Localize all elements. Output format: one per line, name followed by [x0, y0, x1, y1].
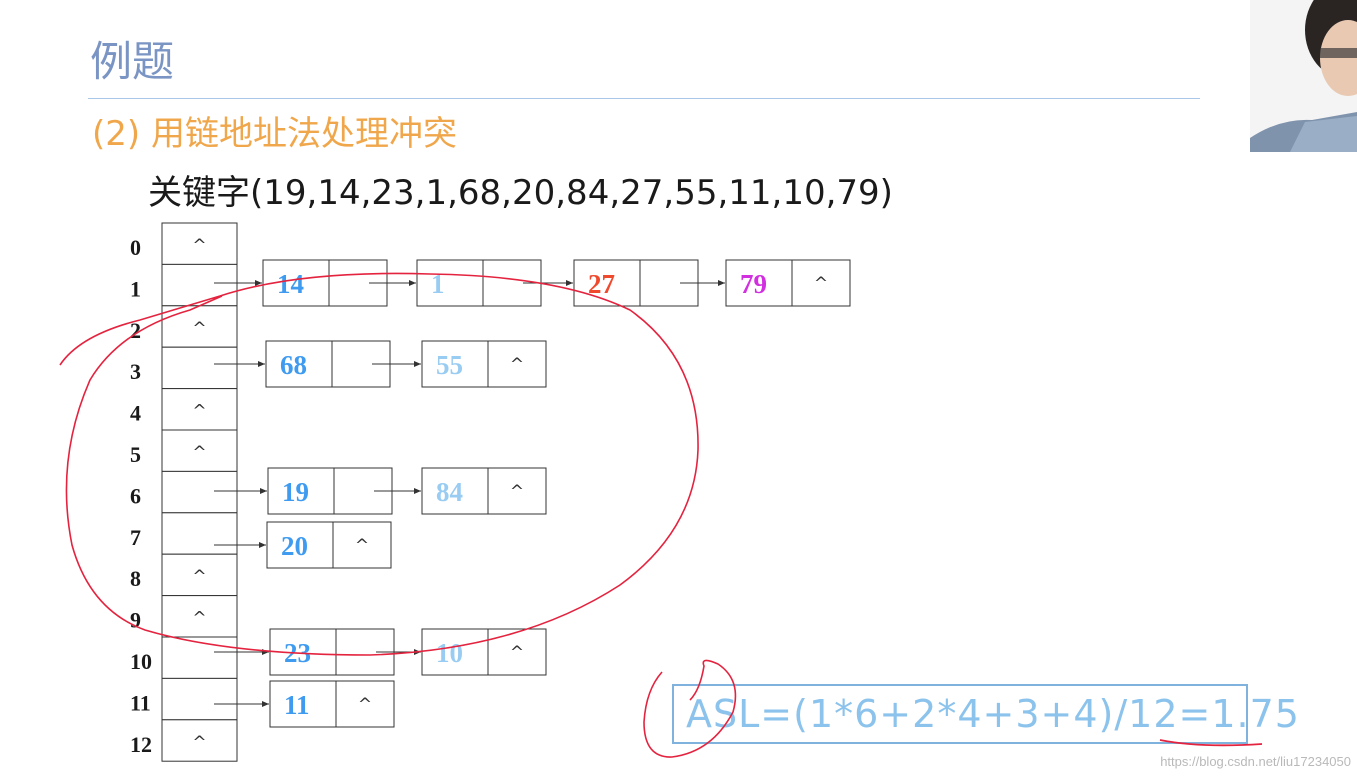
slot-index-0: 0: [130, 235, 141, 260]
slot-index-4: 4: [130, 401, 141, 426]
slot-index-7: 7: [130, 525, 141, 550]
node-value-79: 79: [740, 269, 767, 299]
chain-node: 23: [269, 628, 421, 676]
table-slot-10: [161, 636, 238, 679]
null-pointer: ^: [510, 355, 524, 375]
table-slot-7: [161, 512, 238, 555]
chain-node: 14: [262, 259, 416, 307]
node-value-84: 84: [436, 477, 463, 507]
slot-index-11: 11: [130, 690, 151, 715]
slot-index-3: 3: [130, 359, 141, 384]
node-value-68: 68: [280, 350, 307, 380]
null-pointer: ^: [192, 236, 206, 256]
slot-index-10: 10: [130, 649, 152, 674]
null-pointer: ^: [358, 695, 372, 715]
null-pointer: ^: [192, 443, 206, 463]
table-slot-3: [161, 346, 238, 390]
null-pointer: ^: [192, 567, 206, 587]
chain-node: 84 ^: [421, 467, 547, 515]
chain-node: 68: [265, 340, 421, 388]
null-pointer: ^: [355, 536, 369, 556]
null-pointer: ^: [510, 643, 524, 663]
chain-node: 1: [416, 259, 573, 307]
chains: 14 1 27 79 ^ 68 55 ^ 19 84 ^ 20 ^ 23 10 ^ 11 ^: [214, 259, 851, 728]
null-pointer: ^: [510, 482, 524, 502]
node-value-23: 23: [284, 638, 311, 668]
node-value-19: 19: [282, 477, 309, 507]
slot-index-9: 9: [130, 608, 141, 633]
slot-index-12: 12: [130, 732, 152, 757]
slot-index-5: 5: [130, 442, 141, 467]
chain-node: 10 ^: [421, 628, 547, 676]
table-slot-11: [161, 677, 238, 721]
null-pointer: ^: [192, 319, 206, 339]
chain-node: 20 ^: [266, 521, 392, 569]
slot-index-1: 1: [130, 276, 141, 301]
table-slot-1: [161, 263, 238, 307]
table-slot-6: [161, 470, 238, 514]
chain-node: 11 ^: [269, 680, 395, 728]
node-data-cell: [416, 259, 484, 307]
hash-table-diagram: 0 ^12 ^34 ^5 ^678 ^9 ^101112 ^ 14 1 27 79 ^68 55 ^19 8…: [130, 222, 851, 762]
null-pointer: ^: [192, 402, 206, 422]
node-value-55: 55: [436, 350, 463, 380]
node-value-27: 27: [588, 269, 615, 299]
watermark: https://blog.csdn.net/liu17234050: [1160, 754, 1351, 769]
slot-index-8: 8: [130, 566, 141, 591]
slide: 例题 (2) 用链地址法处理冲突 关键字(19,14,23,1,68,20,84…: [0, 0, 1357, 779]
slot-index-6: 6: [130, 483, 141, 508]
null-pointer: ^: [192, 609, 206, 629]
node-value-14: 14: [277, 269, 304, 299]
node-value-10: 10: [436, 638, 463, 668]
chain-node: 79 ^: [725, 259, 851, 307]
null-pointer: ^: [814, 274, 828, 294]
node-value-20: 20: [281, 531, 308, 561]
chain-node: 19: [267, 467, 421, 515]
asl-formula: ASL=(1*6+2*4+3+4)/12=1.75: [686, 692, 1300, 736]
slot-index-2: 2: [130, 318, 141, 343]
node-value-11: 11: [284, 690, 310, 720]
null-pointer: ^: [192, 733, 206, 753]
node-value-1: 1: [431, 269, 445, 299]
chain-node: 27: [573, 259, 725, 307]
hash-table: 0 ^12 ^34 ^5 ^678 ^9 ^101112 ^: [130, 222, 238, 762]
chain-node: 55 ^: [421, 340, 547, 388]
